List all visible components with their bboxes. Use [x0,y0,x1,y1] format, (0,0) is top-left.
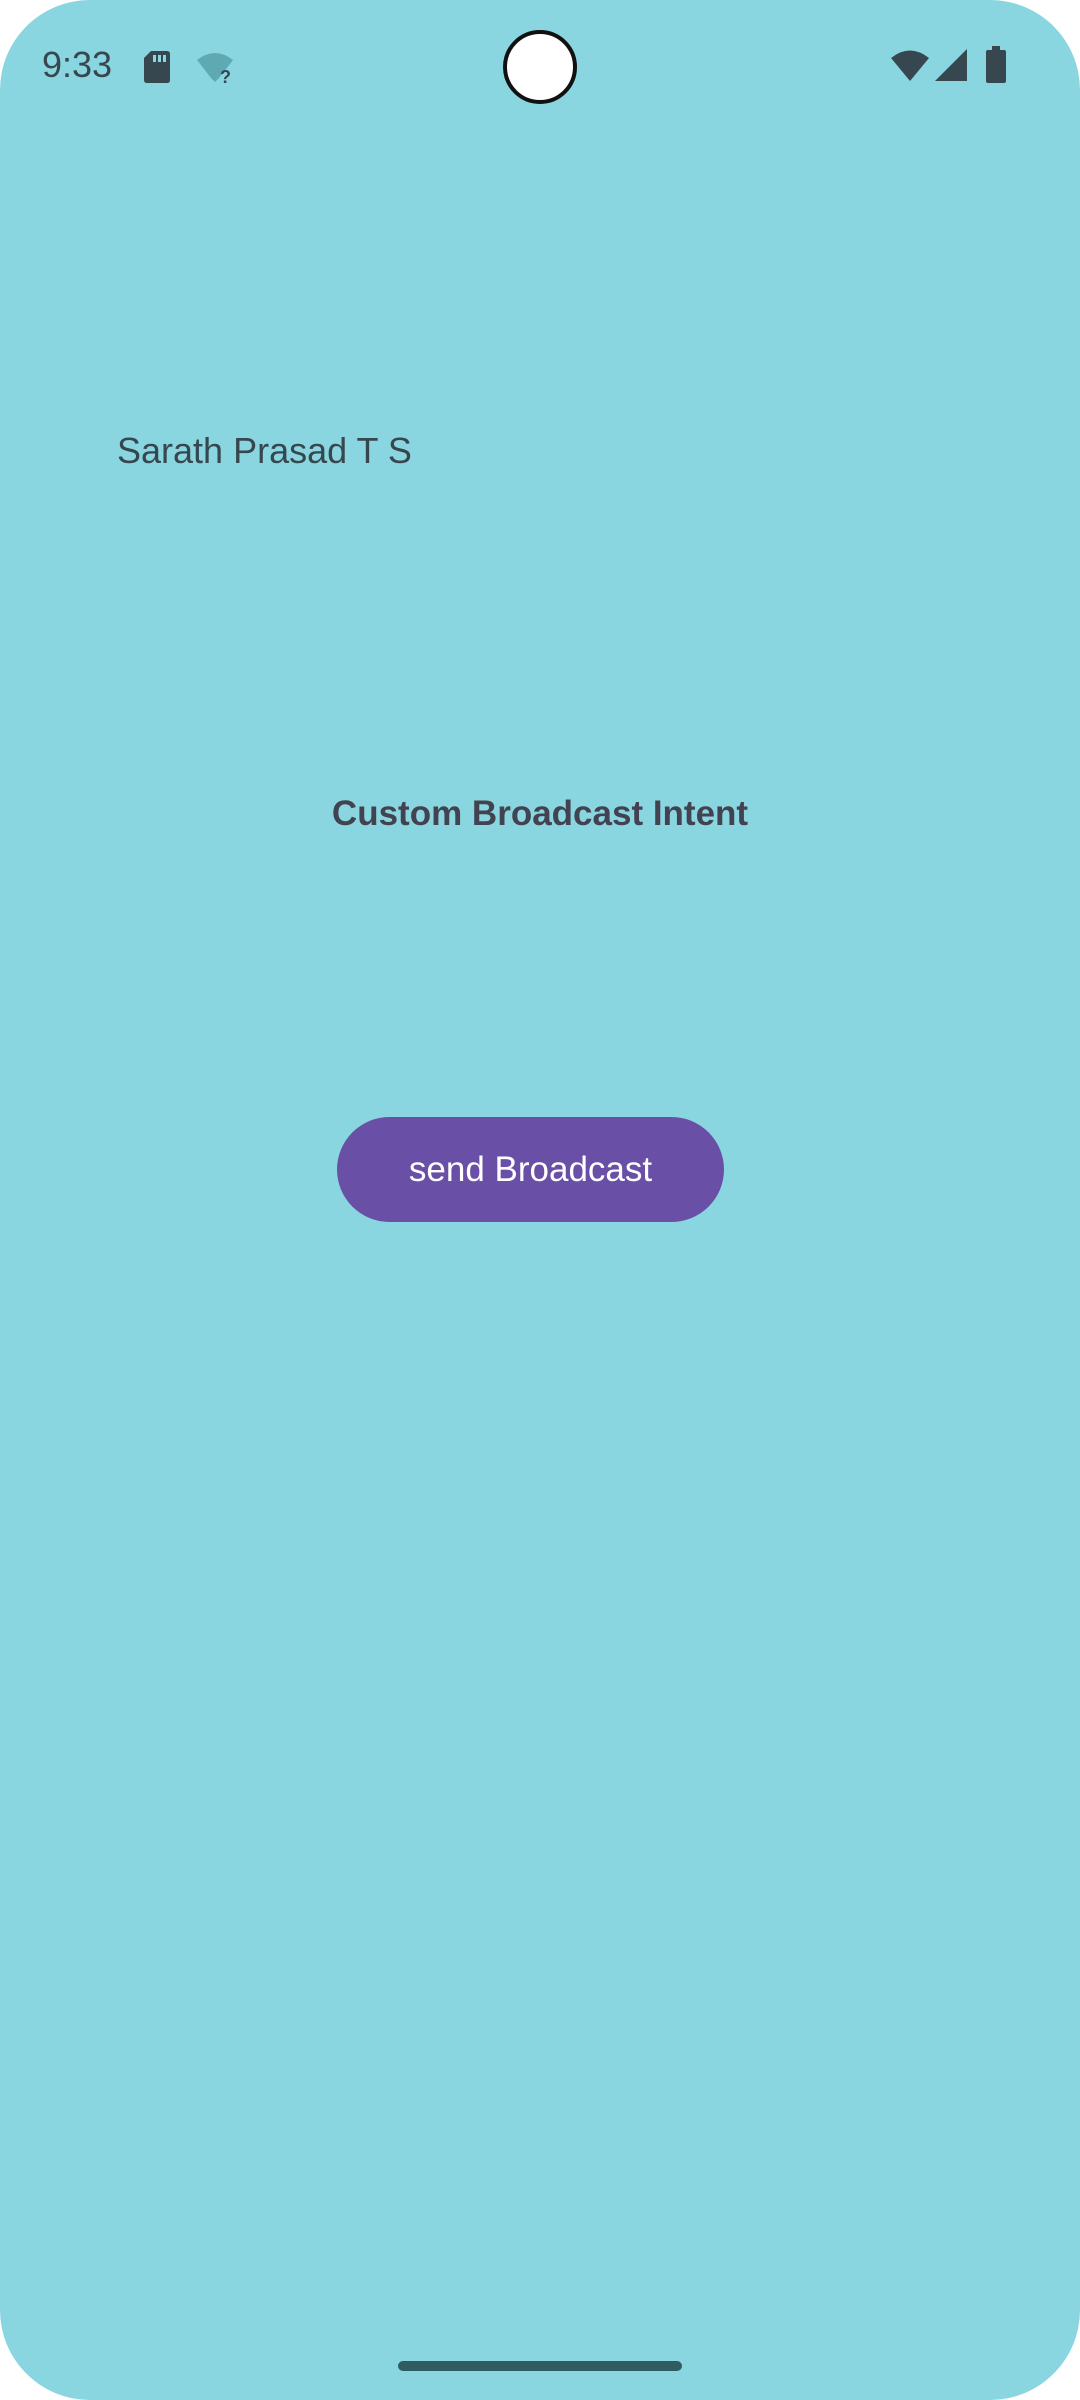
status-bar: 9:33 ? [0,0,1080,130]
home-indicator[interactable] [398,2361,682,2371]
status-time: 9:33 [42,44,113,85]
svg-text:?: ? [220,67,231,84]
battery-icon [986,46,1006,83]
sd-card-icon [144,51,170,83]
cellular-signal-icon [935,49,967,81]
send-broadcast-button[interactable]: send Broadcast [337,1117,724,1222]
app-screen: 9:33 ? Sarath Prasad T S Custom Broadcas… [0,0,1080,2400]
wifi-icon [891,50,929,81]
camera-cutout [503,30,577,104]
author-name: Sarath Prasad T S [117,430,412,471]
page-title: Custom Broadcast Intent [331,794,749,833]
wifi-unknown-icon: ? [197,53,233,84]
